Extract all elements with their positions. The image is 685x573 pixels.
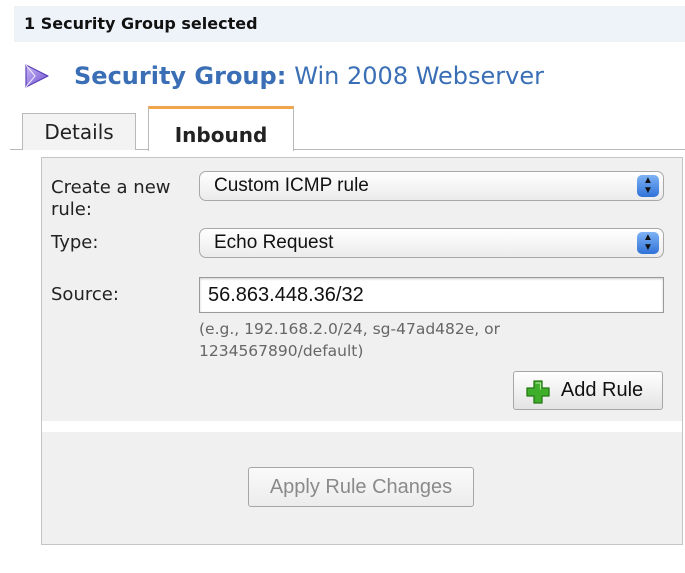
tab-details[interactable]: Details — [22, 113, 136, 150]
add-rule-button[interactable]: Add Rule — [513, 371, 663, 410]
source-input[interactable]: 56.863.448.36/32 — [199, 277, 664, 313]
selection-status-text: 1 Security Group selected — [24, 14, 258, 33]
source-label: Source: — [51, 284, 119, 305]
security-group-gem-icon — [25, 64, 49, 88]
page-title: Security Group: Win 2008 Webserver — [22, 58, 544, 94]
source-hint: (e.g., 192.168.2.0/24, sg-47ad482e, or 1… — [199, 320, 501, 360]
create-rule-label: Create a new rule: — [51, 177, 171, 220]
security-group-name: Win 2008 Webserver — [294, 62, 545, 90]
icmp-type-label: Type: — [51, 232, 99, 253]
apply-rule-changes-button[interactable]: Apply Rule Changes — [248, 467, 474, 507]
add-rule-label: Add Rule — [560, 379, 644, 401]
tab-inbound[interactable]: Inbound — [148, 106, 294, 151]
icmp-type-selected-value: Echo Request — [214, 232, 334, 253]
rule-type-selected-value: Custom ICMP rule — [214, 175, 369, 196]
rule-type-select[interactable]: Custom ICMP rule ▲ ▼ — [199, 171, 664, 201]
green-plus-icon — [526, 380, 550, 404]
select-arrows-icon: ▲ ▼ — [637, 175, 659, 197]
select-arrows-icon: ▲ ▼ — [637, 232, 659, 254]
selection-status-bar: 1 Security Group selected — [14, 6, 685, 42]
title-label: Security Group: — [74, 62, 287, 90]
icmp-type-select[interactable]: Echo Request ▲ ▼ — [199, 228, 664, 258]
panel-section-divider — [42, 421, 682, 432]
